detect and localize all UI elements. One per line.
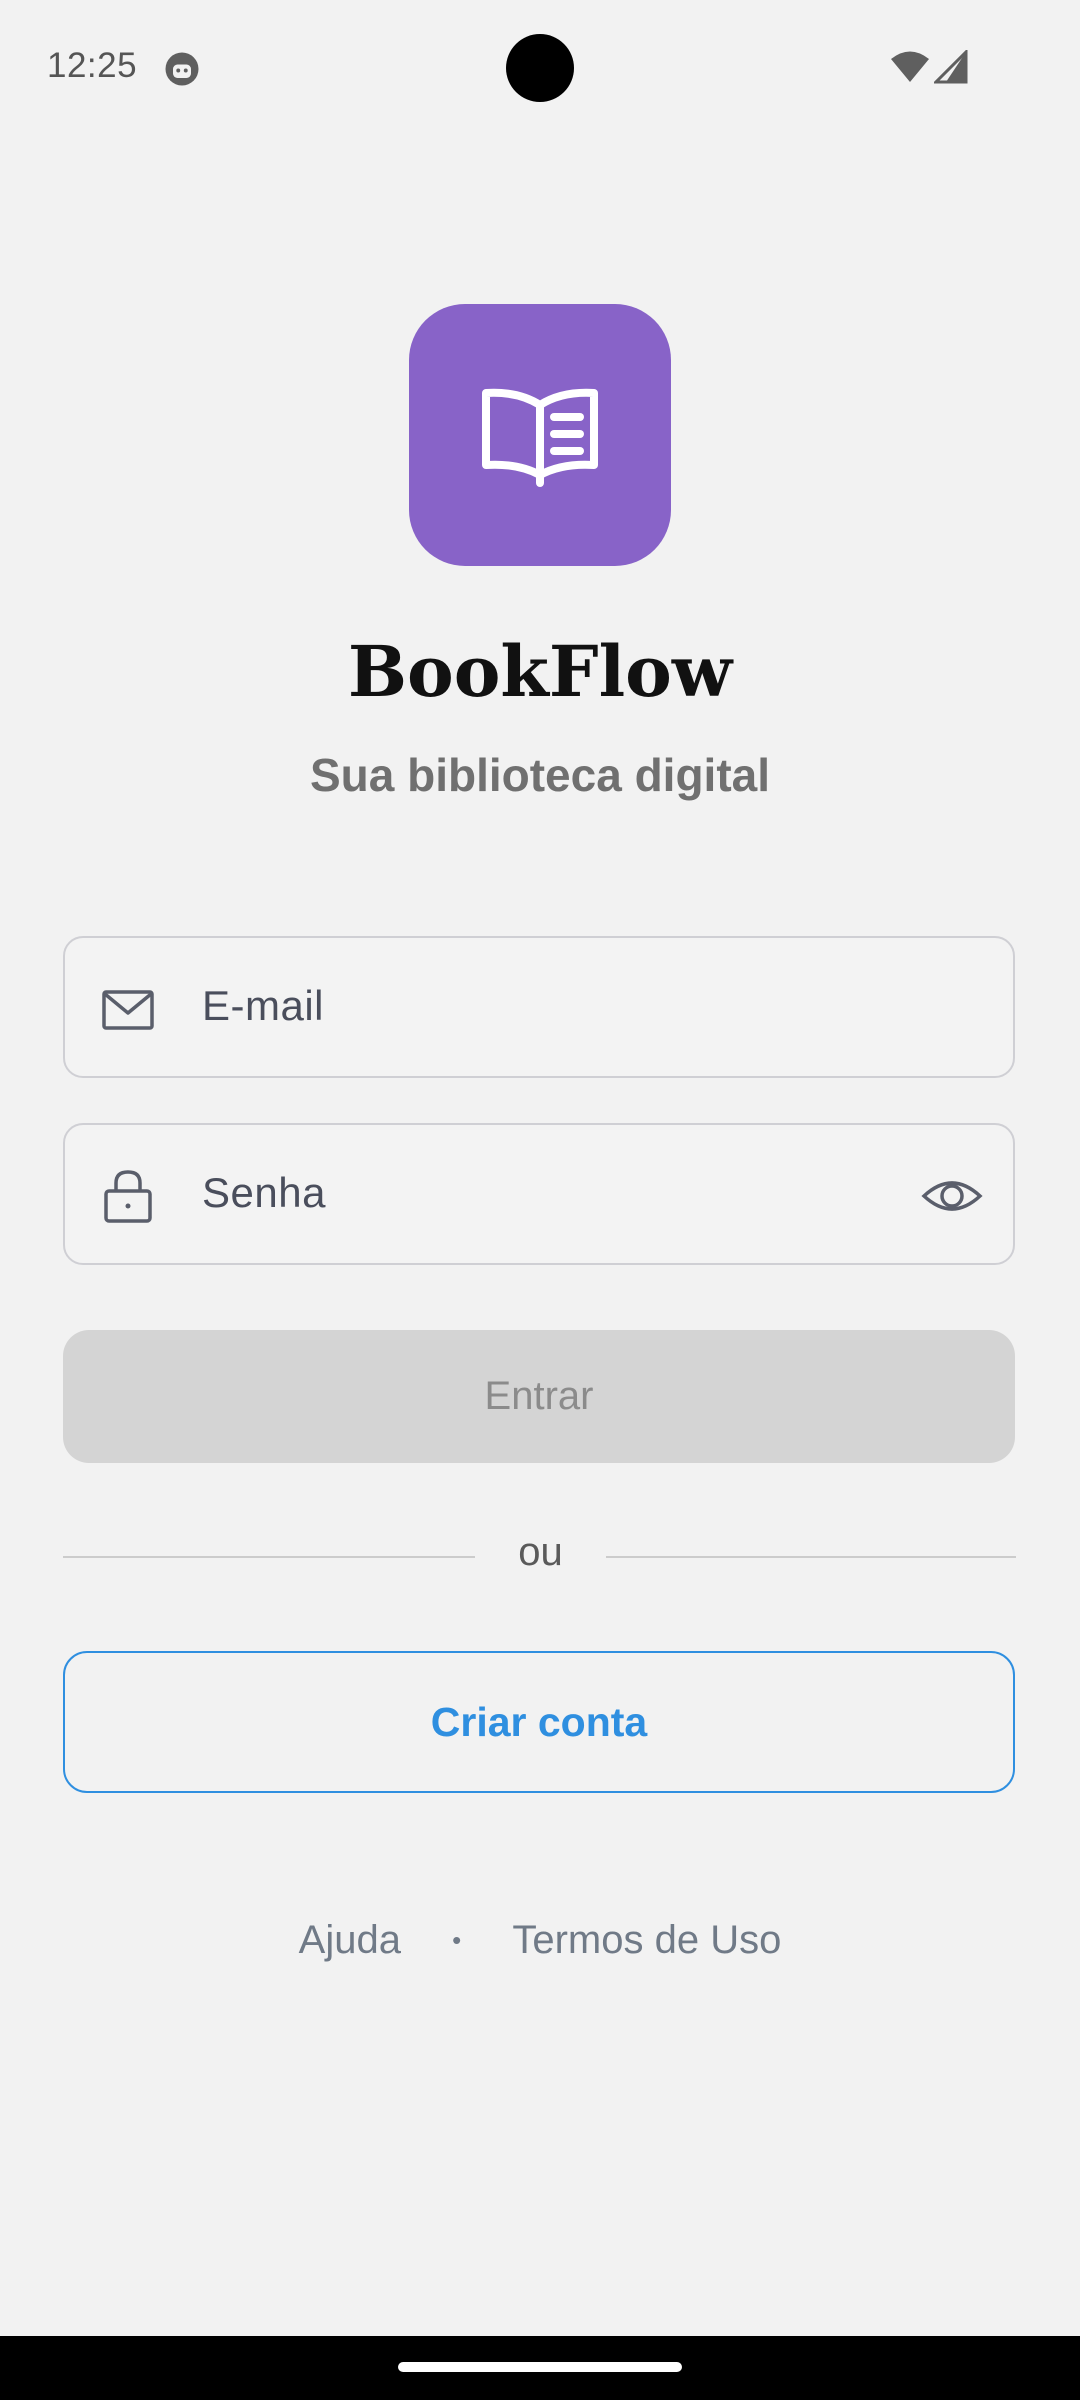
notification-app-icon [165,52,199,86]
app-title: BookFlow [347,630,733,713]
open-book-icon [482,388,598,487]
app-logo [409,304,671,566]
email-field[interactable]: E-mail [63,936,1015,1078]
envelope-icon [102,990,154,1030]
status-time: 12:25 [47,46,138,85]
password-field[interactable]: Senha [63,1123,1015,1265]
terms-link[interactable]: Termos de Uso [512,1918,781,1963]
eye-icon[interactable] [921,1167,983,1225]
cell-signal-icon [934,50,968,84]
footer-links: Ajuda • Termos de Uso [0,1916,1080,1963]
wifi-icon [891,51,929,82]
email-placeholder: E-mail [202,982,325,1029]
login-button[interactable]: Entrar [63,1330,1015,1463]
lock-icon [104,1170,152,1223]
divider-text: ou [518,1530,563,1574]
status-bar: 12:25 [0,0,1080,136]
password-placeholder: Senha [202,1169,326,1216]
app-subtitle: Sua biblioteca digital [309,749,771,801]
home-indicator[interactable] [398,2362,682,2372]
front-camera [506,34,574,102]
help-link[interactable]: Ajuda [299,1918,401,1963]
divider-line-left [63,1556,475,1558]
footer-separator: • [452,1924,462,1955]
divider-line-right [606,1556,1016,1558]
create-account-button[interactable]: Criar conta [63,1651,1015,1793]
